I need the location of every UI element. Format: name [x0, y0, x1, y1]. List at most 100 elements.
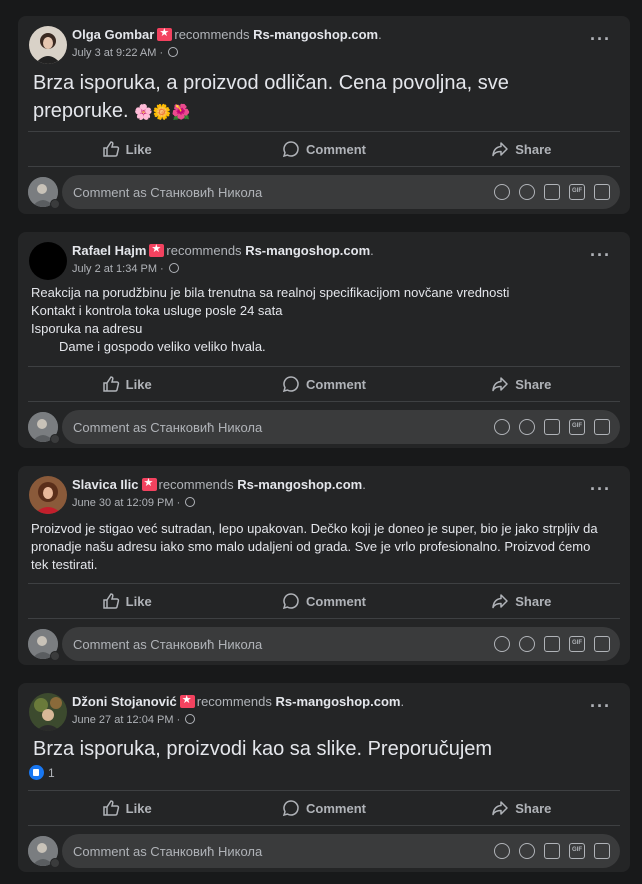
post-header: Slavica Ilicrecommends Rs-mangoshop.com.…: [18, 466, 630, 524]
page-name[interactable]: Rs-mangoshop.com: [245, 243, 370, 258]
emoji-icon[interactable]: [519, 636, 535, 652]
like-reaction-icon: [29, 765, 44, 780]
gif-icon[interactable]: GIF: [569, 419, 585, 435]
comment-placeholder: Comment as Станковић Никола: [73, 185, 263, 200]
author-name[interactable]: Džoni Stojanović: [72, 694, 177, 709]
comment-composer: Comment as Станковић Никола GIF: [28, 834, 620, 868]
action-bar: Like Comment Share: [28, 366, 620, 402]
share-icon: [492, 377, 508, 392]
page-name[interactable]: Rs-mangoshop.com: [276, 694, 401, 709]
share-button[interactable]: Share: [423, 584, 620, 618]
comment-icon: [282, 593, 299, 610]
flower-emojis: 🌸🌼🌺: [134, 104, 191, 121]
chevron-down-icon[interactable]: [50, 199, 60, 209]
camera-icon[interactable]: [544, 419, 560, 435]
recommend-icon: [149, 242, 165, 257]
post-date[interactable]: July 3 at 9:22 AM: [72, 47, 156, 59]
author-avatar[interactable]: [29, 242, 67, 280]
post-text: Proizvod je stigao već sutradan, lepo up…: [18, 520, 630, 574]
reaction-count: 1: [48, 766, 55, 780]
comment-composer: Comment as Станковић Никола GIF: [28, 627, 620, 661]
post-date-line: June 27 at 12:04 PM ·: [72, 714, 196, 726]
more-options-icon[interactable]: ···: [590, 246, 611, 264]
like-button[interactable]: Like: [28, 791, 225, 825]
recommends-text: recommends: [158, 477, 234, 492]
share-button[interactable]: Share: [423, 791, 620, 825]
recommends-text: recommends: [196, 694, 272, 709]
page-name[interactable]: Rs-mangoshop.com: [237, 477, 362, 492]
emoji-icon[interactable]: [519, 184, 535, 200]
camera-icon[interactable]: [544, 843, 560, 859]
avatar-sticker-icon[interactable]: [494, 843, 510, 859]
emoji-icon[interactable]: [519, 419, 535, 435]
gif-icon[interactable]: GIF: [569, 184, 585, 200]
author-line: Rafael Hajmrecommends Rs-mangoshop.com.: [72, 242, 374, 258]
author-avatar[interactable]: [29, 476, 67, 514]
post-text-line: pronadje našu adresu iako smo malo udalj…: [31, 539, 591, 554]
comment-composer: Comment as Станковић Никола GIF: [28, 175, 620, 209]
comment-button[interactable]: Comment: [225, 367, 422, 401]
post-header: Olga Gombarrecommends Rs-mangoshop.com. …: [18, 16, 630, 74]
post-text-line: Kontakt i kontrola toka usluge posle 24 …: [31, 303, 283, 318]
globe-icon: [168, 47, 179, 57]
action-bar: Like Comment Share: [28, 790, 620, 826]
recommend-icon: [179, 693, 195, 708]
post-card: Slavica Ilicrecommends Rs-mangoshop.com.…: [18, 466, 630, 665]
chevron-down-icon[interactable]: [50, 858, 60, 868]
post-text-line: preporuke. 🌸🌼🌺: [33, 100, 191, 122]
more-options-icon[interactable]: ···: [590, 697, 611, 715]
camera-icon[interactable]: [544, 184, 560, 200]
post-text-line: tek testirati.: [31, 557, 98, 572]
author-line: Džoni Stojanović recommends Rs-mangoshop.…: [72, 693, 404, 709]
like-icon: [102, 800, 119, 816]
comment-placeholder: Comment as Станковић Никола: [73, 420, 263, 435]
avatar-sticker-icon[interactable]: [494, 184, 510, 200]
sticker-icon[interactable]: [594, 843, 610, 859]
author-name[interactable]: Rafael Hajm: [72, 243, 146, 258]
sticker-icon[interactable]: [594, 184, 610, 200]
author-line: Olga Gombarrecommends Rs-mangoshop.com.: [72, 26, 382, 42]
emoji-icon[interactable]: [519, 843, 535, 859]
comment-button[interactable]: Comment: [225, 132, 422, 166]
comment-input[interactable]: Comment as Станковић Никола GIF: [62, 627, 620, 661]
sticker-icon[interactable]: [594, 636, 610, 652]
avatar-sticker-icon[interactable]: [494, 419, 510, 435]
like-button[interactable]: Like: [28, 367, 225, 401]
avatar-sticker-icon[interactable]: [494, 636, 510, 652]
post-date[interactable]: June 27 at 12:04 PM: [72, 714, 174, 726]
comment-input[interactable]: Comment as Станковић Никола GIF: [62, 834, 620, 868]
more-options-icon[interactable]: ···: [590, 30, 611, 48]
reaction-summary[interactable]: 1: [18, 763, 630, 787]
sticker-icon[interactable]: [594, 419, 610, 435]
comment-button[interactable]: Comment: [225, 584, 422, 618]
camera-icon[interactable]: [544, 636, 560, 652]
share-icon: [492, 801, 508, 816]
globe-icon: [168, 263, 179, 273]
share-button[interactable]: Share: [423, 367, 620, 401]
comment-icon: [282, 376, 299, 393]
gif-icon[interactable]: GIF: [569, 843, 585, 859]
globe-icon: [185, 714, 196, 724]
post-date[interactable]: July 2 at 1:34 PM: [72, 263, 157, 275]
page-name[interactable]: Rs-mangoshop.com: [253, 27, 378, 42]
post-date[interactable]: June 30 at 12:09 PM: [72, 497, 174, 509]
author-avatar[interactable]: [29, 693, 67, 731]
like-icon: [102, 141, 119, 157]
author-avatar[interactable]: [29, 26, 67, 64]
recommend-icon: [141, 476, 157, 491]
chevron-down-icon[interactable]: [50, 434, 60, 444]
chevron-down-icon[interactable]: [50, 651, 60, 661]
comment-input[interactable]: Comment as Станковић Никола GIF: [62, 175, 620, 209]
more-options-icon[interactable]: ···: [590, 480, 611, 498]
like-button[interactable]: Like: [28, 132, 225, 166]
post-date-line: July 2 at 1:34 PM ·: [72, 263, 179, 275]
author-name[interactable]: Slavica Ilic: [72, 477, 139, 492]
share-button[interactable]: Share: [423, 132, 620, 166]
like-button[interactable]: Like: [28, 584, 225, 618]
comment-button[interactable]: Comment: [225, 791, 422, 825]
post-text-line: Dame i gospodo veliko veliko hvala.: [59, 339, 266, 354]
comment-composer: Comment as Станковић Никола GIF: [28, 410, 620, 444]
gif-icon[interactable]: GIF: [569, 636, 585, 652]
author-name[interactable]: Olga Gombar: [72, 27, 154, 42]
comment-input[interactable]: Comment as Станковић Никола GIF: [62, 410, 620, 444]
